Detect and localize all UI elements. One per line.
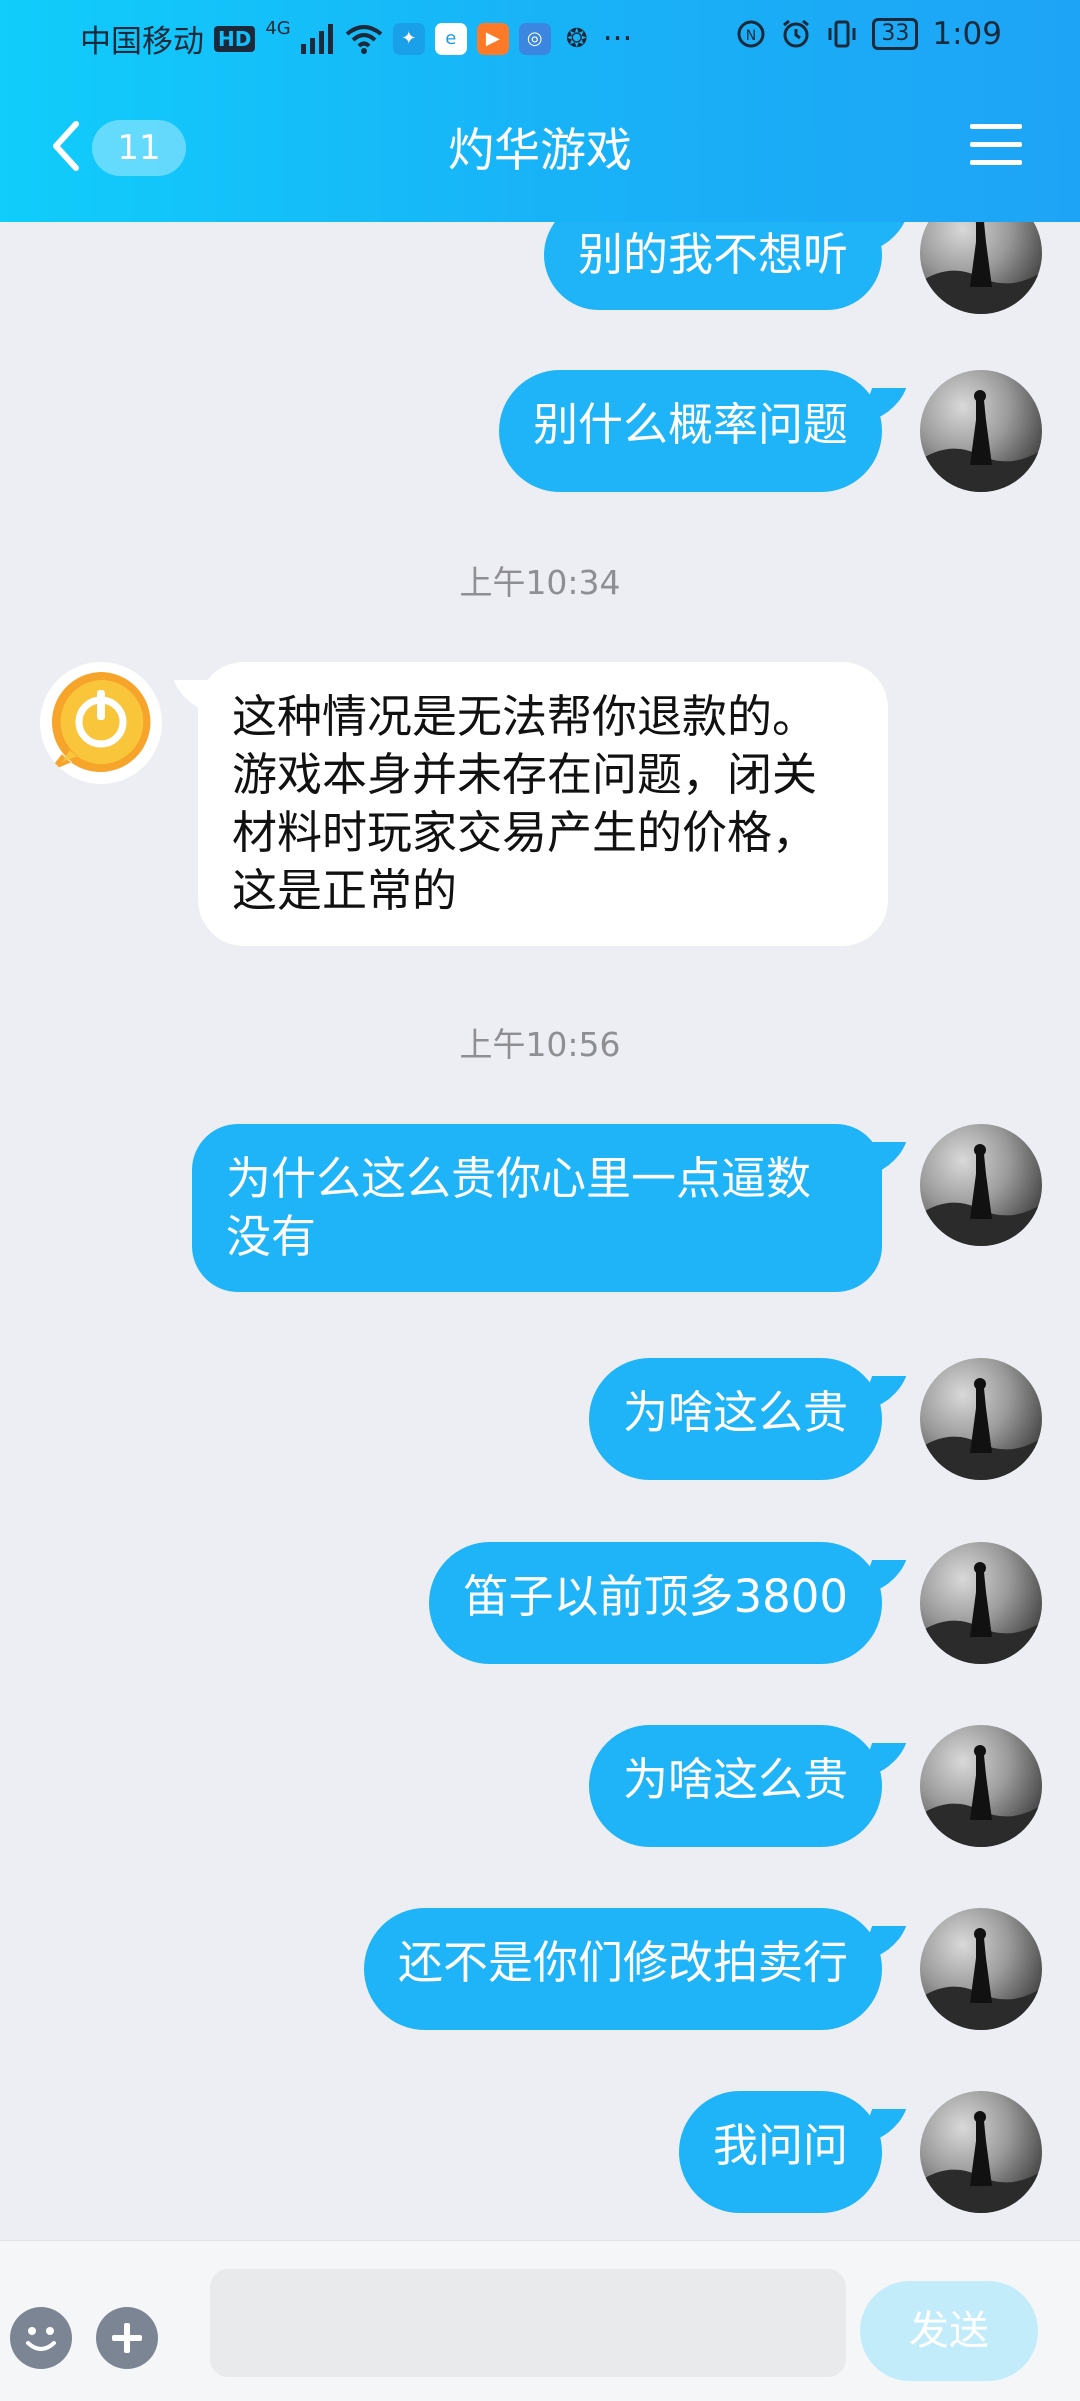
message-row: 我问问 [0, 2091, 1080, 2221]
nfc-icon: N [737, 20, 765, 48]
bulb-app-icon: ✦ [392, 22, 425, 55]
status-left: 中国移动 HD 4G ✦ e ▶ ◎ ❂ ··· [80, 16, 632, 61]
status-bar: 中国移动 HD 4G ✦ e ▶ ◎ ❂ ··· N 33 1:09 [0, 0, 1080, 72]
send-button[interactable]: 发送 [860, 2281, 1038, 2381]
outgoing-message-bubble[interactable]: 还不是你们修改拍卖行 [363, 1908, 882, 2030]
message-row: 为啥这么贵 [0, 1358, 1080, 1488]
user-avatar-image [920, 1378, 1042, 1480]
signal-icon [300, 23, 333, 54]
emoji-button[interactable] [10, 2307, 72, 2369]
service-avatar[interactable] [40, 662, 162, 784]
svg-text:N: N [746, 28, 756, 44]
message-row: 还不是你们修改拍卖行 [0, 1908, 1080, 2038]
user-avatar[interactable] [920, 1542, 1042, 1664]
wifi-icon [345, 24, 383, 54]
battery-level: 33 [881, 21, 910, 46]
message-input[interactable] [210, 2269, 846, 2377]
user-avatar[interactable] [920, 1124, 1042, 1246]
message-row: 别的我不想听 [0, 222, 1080, 330]
alarm-icon [783, 19, 810, 48]
message-row: 为什么这么贵你心里一点逼数没有 [0, 1124, 1080, 1304]
video-app-icon: ▶ [476, 22, 509, 55]
user-avatar-image [920, 1745, 1042, 1847]
menu-icon[interactable] [970, 122, 1022, 168]
user-avatar-image [920, 1144, 1042, 1246]
outgoing-message-bubble[interactable]: 我问问 [678, 2091, 882, 2213]
emoji-icon [26, 2327, 56, 2351]
hd-badge: HD [214, 25, 256, 52]
header: 中国移动 HD 4G ✦ e ▶ ◎ ❂ ··· N 33 1:09 11 灼华… [0, 0, 1080, 222]
more-notifications-icon: ··· [602, 20, 633, 57]
vibrate-icon [828, 20, 856, 48]
page-title: 灼华游戏 [448, 123, 632, 177]
user-avatar-image [920, 1562, 1042, 1664]
message-timestamp: 上午10:56 [459, 1025, 621, 1064]
plus-icon [112, 2323, 142, 2353]
message-row: 这种情况是无法帮你退款的。游戏本身并未存在问题，闭关材料时玩家交易产生的价格，这… [0, 662, 1080, 962]
message-row: 为啥这么贵 [0, 1725, 1080, 1855]
outgoing-message-bubble[interactable]: 为啥这么贵 [588, 1358, 882, 1480]
clock: 1:09 [932, 16, 1002, 52]
chat-message-list[interactable]: 别的我不想听 别什么概率问题 上午10:34 这种情况是无法帮你退款的。游戏本身… [0, 222, 1080, 2240]
network-type: 4G [265, 18, 291, 39]
user-avatar[interactable] [920, 1725, 1042, 1847]
user-avatar-image [920, 2111, 1042, 2213]
message-row: 笛子以前顶多3800 [0, 1542, 1080, 1672]
battery-icon: 33 [872, 18, 919, 50]
outgoing-message-bubble[interactable]: 为啥这么贵 [588, 1725, 882, 1847]
service-logo-icon [43, 665, 159, 781]
globe-app-icon: ◎ [518, 22, 551, 55]
status-right: N 33 1:09 [736, 16, 1002, 52]
incoming-message-bubble[interactable]: 这种情况是无法帮你退款的。游戏本身并未存在问题，闭关材料时玩家交易产生的价格，这… [198, 662, 888, 946]
user-avatar[interactable] [920, 1908, 1042, 2030]
input-bar: 发送 [0, 2240, 1080, 2401]
user-avatar[interactable] [920, 370, 1042, 492]
carrier-name: 中国移动 [80, 24, 204, 60]
browser-app-icon: e [434, 22, 467, 55]
user-avatar[interactable] [920, 222, 1042, 314]
user-avatar-image [920, 222, 1042, 314]
title-bar: 11 灼华游戏 [0, 72, 1080, 222]
more-actions-button[interactable] [96, 2307, 158, 2369]
user-avatar-image [920, 390, 1042, 492]
user-avatar[interactable] [920, 1358, 1042, 1480]
outgoing-message-bubble[interactable]: 别什么概率问题 [498, 370, 882, 492]
wechat-icon: ❂ [565, 23, 588, 54]
outgoing-message-bubble[interactable]: 笛子以前顶多3800 [429, 1542, 882, 1664]
message-timestamp: 上午10:34 [459, 563, 621, 602]
message-row: 别什么概率问题 [0, 370, 1080, 500]
user-avatar-image [920, 1928, 1042, 2030]
outgoing-message-bubble[interactable]: 别的我不想听 [543, 222, 882, 310]
outgoing-message-bubble[interactable]: 为什么这么贵你心里一点逼数没有 [192, 1124, 882, 1292]
user-avatar[interactable] [920, 2091, 1042, 2213]
